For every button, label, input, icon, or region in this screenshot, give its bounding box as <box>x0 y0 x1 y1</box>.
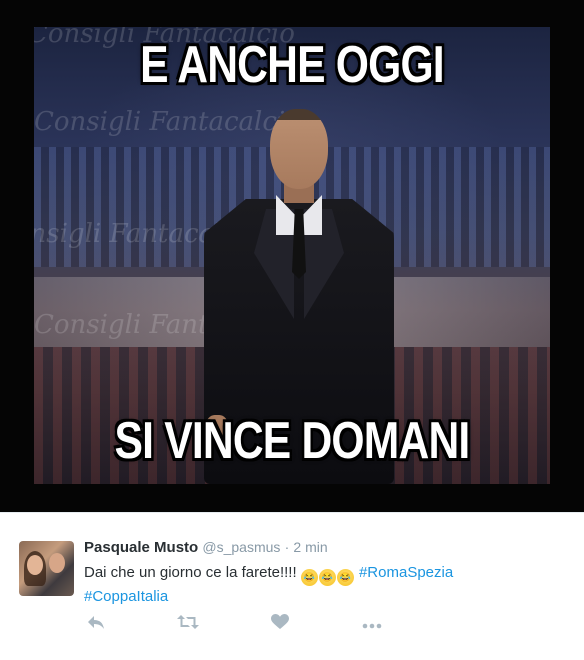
meme-photo[interactable]: Consigli Fantacalcio Consigli Fantacalci… <box>34 27 550 484</box>
coach-head <box>270 109 328 189</box>
avatar[interactable] <box>19 541 74 596</box>
username[interactable]: @s_pasmus <box>202 539 280 555</box>
laughing-emoji-icon: 😂 <box>300 569 318 586</box>
tweet-actions <box>84 614 414 636</box>
hashtag-link[interactable]: #CoppaItalia <box>84 588 168 605</box>
reply-button[interactable] <box>84 614 108 636</box>
divider <box>0 512 584 513</box>
display-name[interactable]: Pasquale Musto <box>84 539 198 556</box>
like-button[interactable] <box>268 614 292 636</box>
meme-caption-top: E ANCHE OGGI <box>140 36 445 94</box>
timestamp[interactable]: 2 min <box>293 539 327 555</box>
more-icon <box>362 623 382 629</box>
reply-icon <box>88 616 104 629</box>
tweet-text: Dai che un giorno ce la farete!!!! 😂 😂 😂 #… <box>84 562 564 607</box>
tweet-header: Pasquale Musto @s_pasmus · 2 min <box>84 539 328 556</box>
meme-image-frame: Consigli Fantacalcio Consigli Fantacalci… <box>0 0 584 512</box>
more-button[interactable] <box>360 614 384 636</box>
retweet-icon <box>177 615 199 629</box>
separator: · <box>284 539 290 555</box>
meme-caption-bottom: SI VINCE DOMANI <box>114 412 471 470</box>
retweet-button[interactable] <box>176 614 200 636</box>
laughing-emoji-icon: 😂 <box>318 569 336 586</box>
hashtag-link[interactable]: #RomaSpezia <box>359 564 453 581</box>
heart-icon <box>271 614 289 629</box>
tweet-body: Dai che un giorno ce la farete!!!! <box>84 564 297 581</box>
laughing-emoji-icon: 😂 <box>336 569 354 586</box>
